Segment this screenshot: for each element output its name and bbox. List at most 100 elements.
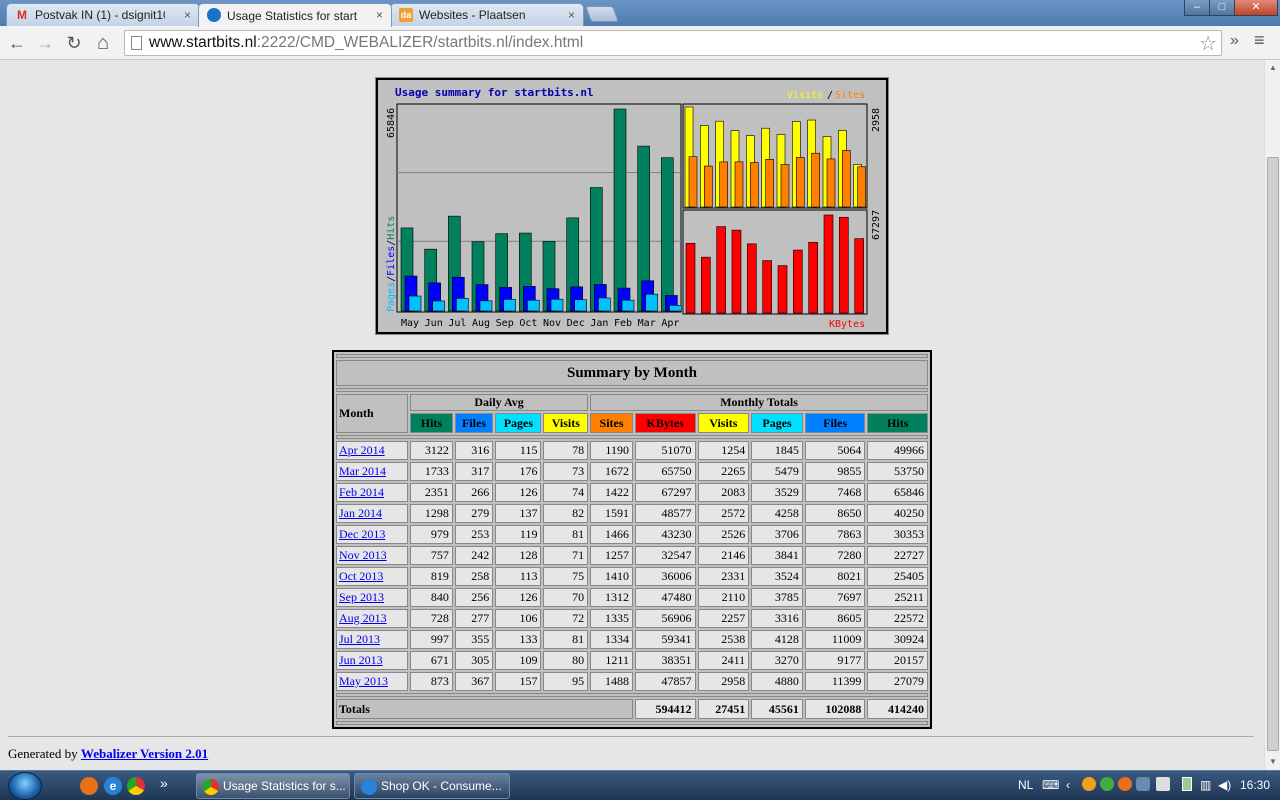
webalizer-link[interactable]: Webalizer Version 2.01	[81, 746, 208, 761]
sites-bar	[750, 162, 759, 208]
kbytes-bar	[701, 256, 711, 314]
pages-bar	[479, 300, 493, 312]
value-cell: 95	[543, 672, 589, 691]
address-bar[interactable]: www.startbits.nl:2222/CMD_WEBALIZER/star…	[124, 30, 1222, 56]
home-button[interactable]: ⌂	[92, 32, 114, 54]
month-link[interactable]: Dec 2013	[339, 527, 385, 541]
value-cell: 2958	[697, 672, 750, 691]
value-cell: 242	[454, 546, 494, 565]
scroll-down-arrow-icon[interactable]: ▼	[1265, 754, 1280, 770]
value-cell: 51070	[634, 441, 696, 460]
tab-websites[interactable]: da Websites - Plaatsen ×	[390, 3, 584, 26]
value-cell: 70	[543, 588, 589, 607]
back-button[interactable]: ←	[6, 32, 28, 54]
visits-sites-chart	[682, 103, 868, 209]
taskbar-button-chrome[interactable]: Usage Statistics for s...	[196, 773, 350, 799]
close-icon[interactable]: ×	[568, 8, 575, 22]
value-cell: 71	[543, 546, 589, 565]
month-link[interactable]: Jan 2014	[339, 506, 382, 520]
value-cell: 1335	[590, 609, 633, 628]
clock[interactable]: 16:30	[1240, 778, 1270, 792]
month-link[interactable]: Jul 2013	[339, 632, 380, 646]
battery-icon[interactable]	[1182, 777, 1192, 791]
hits-files-pages-chart: May Jun Jul Aug Sep Oct Nov Dec Jan Feb Mar Apr	[396, 103, 682, 329]
close-icon[interactable]: ×	[184, 8, 191, 22]
value-cell: 43230	[634, 525, 696, 544]
kbytes-label: KBytes	[829, 319, 865, 330]
value-cell: 126	[495, 483, 542, 502]
show-hidden-icons[interactable]: ‹	[1066, 778, 1070, 792]
value-cell: 317	[454, 462, 494, 481]
month-cell: May 2013	[336, 672, 408, 691]
ie-icon[interactable]: e	[104, 777, 122, 795]
tray-app-icon[interactable]	[1136, 777, 1150, 791]
taskbar-button-ie[interactable]: Shop OK - Consume...	[354, 773, 510, 799]
value-cell: 47480	[634, 588, 696, 607]
month-link[interactable]: Nov 2013	[339, 548, 387, 562]
language-indicator[interactable]: NL	[1018, 778, 1033, 792]
scrollbar-thumb[interactable]	[1267, 157, 1279, 751]
tray-app-icon[interactable]	[1082, 777, 1096, 791]
value-cell: 3785	[751, 588, 803, 607]
reload-button[interactable]: ↻	[63, 32, 85, 54]
monthly-totals-header: Monthly Totals	[590, 394, 928, 411]
scroll-up-arrow-icon[interactable]: ▲	[1265, 60, 1280, 76]
chrome-icon[interactable]	[127, 777, 145, 795]
page-viewport: Usage summary for startbits.nl Visits / …	[0, 60, 1264, 770]
daily-avg-header: Daily Avg	[410, 394, 589, 411]
value-cell: 1466	[590, 525, 633, 544]
pages-bar	[574, 299, 587, 312]
new-tab-button[interactable]	[585, 6, 619, 22]
value-cell: 1190	[590, 441, 633, 460]
forward-button[interactable]: →	[34, 32, 56, 54]
value-cell: 36006	[634, 567, 696, 586]
sites-bar	[734, 161, 744, 208]
sites-bar	[704, 165, 713, 208]
vertical-scrollbar[interactable]: ▲ ▼	[1264, 60, 1280, 770]
firefox-icon[interactable]	[80, 777, 98, 795]
windows-taskbar: e » Usage Statistics for s... Shop OK - …	[0, 770, 1280, 800]
maximize-button[interactable]: □	[1209, 0, 1235, 16]
left-axis-label: Pages/Files/Hits	[386, 216, 397, 312]
volume-icon[interactable]: ◀)	[1218, 778, 1231, 792]
value-cell: 4128	[751, 630, 803, 649]
sites-bar	[780, 164, 790, 208]
globe-icon	[207, 8, 221, 22]
month-link[interactable]: May 2013	[339, 674, 388, 688]
tray-app-icon[interactable]	[1118, 777, 1132, 791]
month-link[interactable]: Mar 2014	[339, 464, 386, 478]
pages-bar	[432, 300, 445, 312]
column-header-visits: Visits	[697, 413, 750, 433]
tray-app-icon[interactable]	[1100, 777, 1114, 791]
start-button[interactable]	[8, 772, 42, 800]
tab-usage-statistics[interactable]: Usage Statistics for startbi ×	[198, 3, 392, 27]
network-icon[interactable]: ▥	[1200, 778, 1211, 792]
month-header: Month	[336, 394, 408, 433]
window-close-button[interactable]: ✕	[1234, 0, 1278, 16]
month-link[interactable]: Aug 2013	[339, 611, 387, 625]
visits-sites-axis-max: 2958	[871, 108, 882, 132]
extensions-chevron-icon[interactable]: »	[1230, 32, 1239, 50]
value-cell: 840	[410, 588, 453, 607]
month-link[interactable]: Apr 2014	[339, 443, 385, 457]
value-cell: 7863	[804, 525, 866, 544]
month-link[interactable]: Jun 2013	[339, 653, 383, 667]
month-link[interactable]: Feb 2014	[339, 485, 384, 499]
pages-bar	[621, 299, 635, 312]
browser-toolbar: ← → ↻ ⌂ www.startbits.nl:2222/CMD_WEBALI…	[0, 26, 1280, 60]
month-link[interactable]: Oct 2013	[339, 569, 383, 583]
sites-bar	[688, 156, 698, 208]
menu-icon[interactable]: ≡	[1254, 30, 1265, 51]
quick-launch-more[interactable]: »	[160, 775, 168, 791]
tray-app-icon[interactable]	[1156, 777, 1170, 791]
keyboard-icon[interactable]: ⌨	[1042, 778, 1059, 792]
close-icon[interactable]: ×	[376, 8, 383, 22]
value-cell: 65750	[634, 462, 696, 481]
minimize-button[interactable]: –	[1184, 0, 1210, 16]
month-link[interactable]: Sep 2013	[339, 590, 384, 604]
value-cell: 279	[454, 504, 494, 523]
table-row: Jun 2013 671 305 109 80 1211 38351 2411 3270 9177…	[336, 651, 928, 670]
bookmark-star-icon[interactable]: ☆	[1199, 31, 1217, 56]
value-cell: 48577	[634, 504, 696, 523]
tab-gmail[interactable]: M Postvak IN (1) - dsignit100 ×	[6, 3, 200, 26]
